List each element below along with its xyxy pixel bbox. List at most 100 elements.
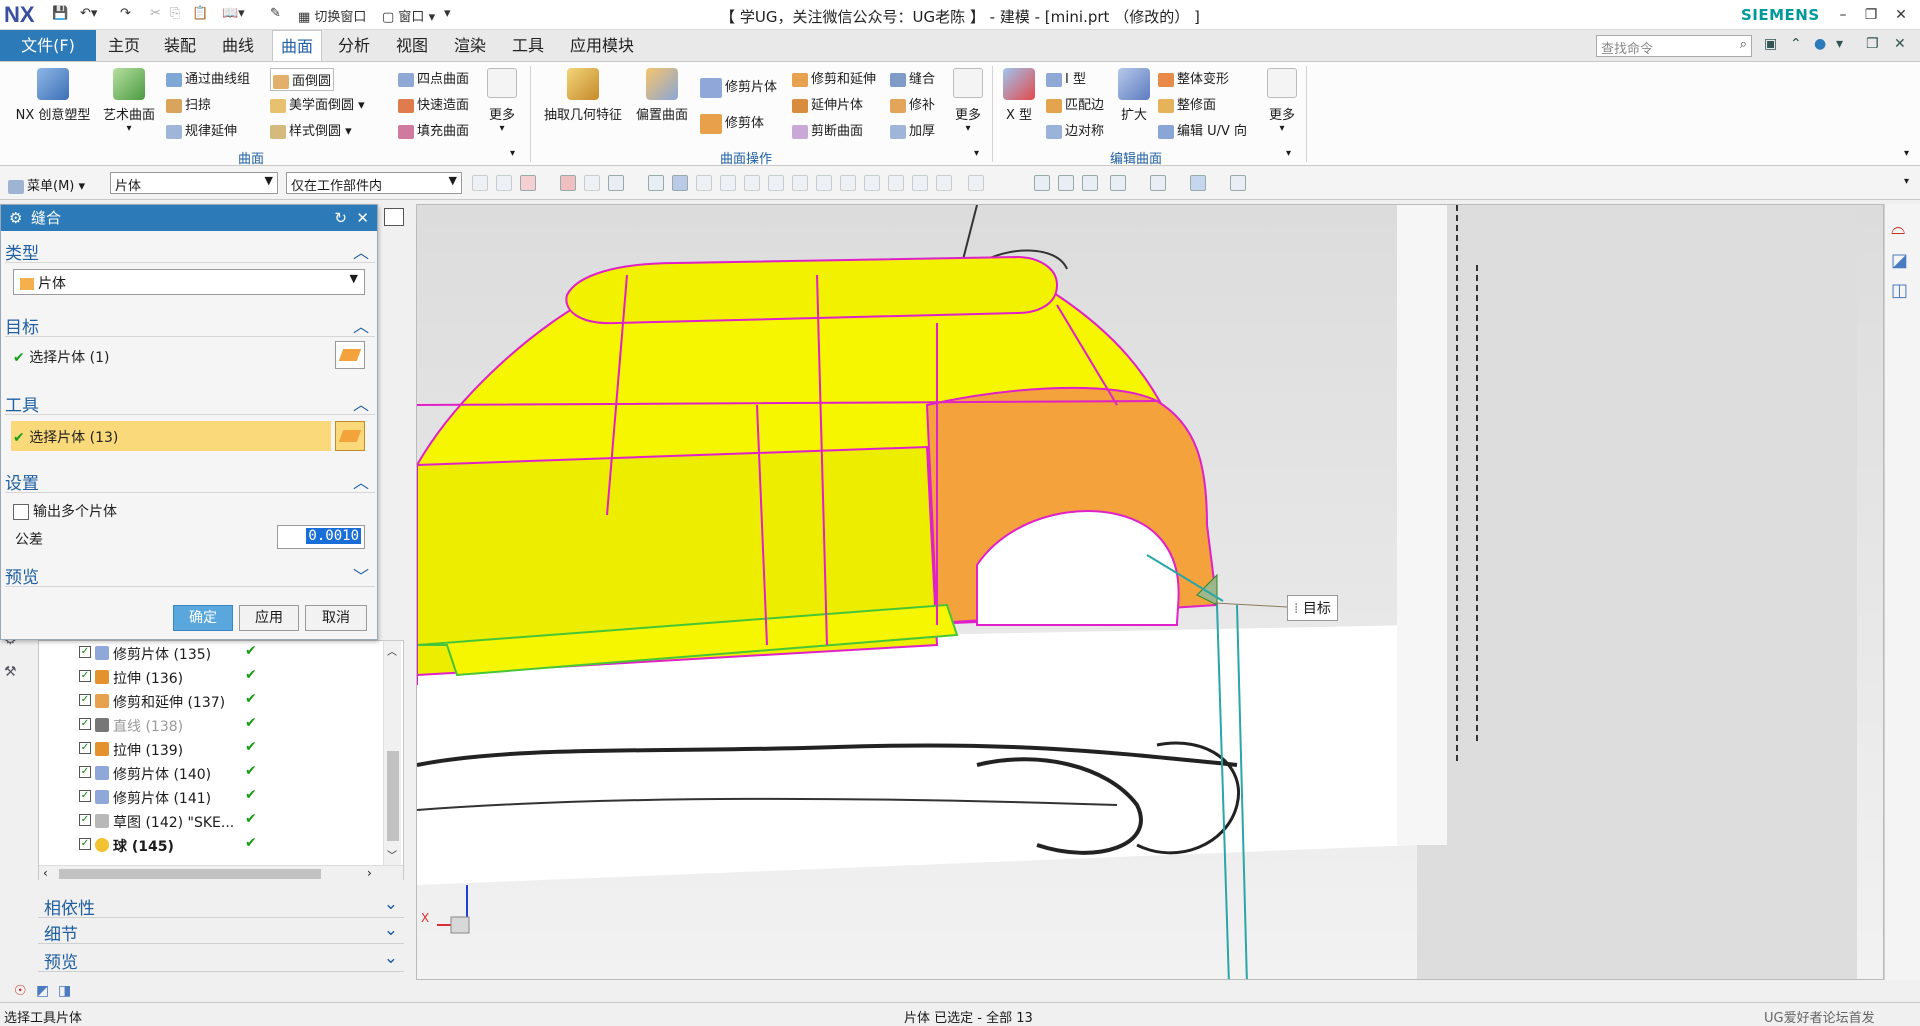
point-on-curve-icon[interactable] [888, 175, 904, 191]
output-multiple-sheets-row[interactable]: 输出多个片体 [13, 501, 117, 521]
point-on-face-icon[interactable] [912, 175, 928, 191]
styled-blend-button[interactable]: 样式倒圆 ▾ [270, 120, 352, 139]
navigator-row[interactable]: ✓ 修剪和延伸 (137) ✔ [39, 689, 403, 713]
select-all-icon[interactable] [496, 175, 512, 191]
visibility-checkbox[interactable]: ✓ [79, 694, 91, 706]
x-form-button[interactable]: X 型 [998, 68, 1040, 123]
extract-geometry-button[interactable]: 抽取几何特征 [538, 68, 628, 123]
face-blend-button[interactable]: 面倒圆 [270, 68, 335, 91]
quick-panel-icon[interactable]: ▣ [1764, 36, 1777, 52]
minimize-button[interactable]: – [1830, 4, 1856, 26]
bounded-grid-point-icon[interactable] [936, 175, 952, 191]
tab-surface[interactable]: 曲面 [272, 30, 323, 61]
roles-icon[interactable]: ⌓ [1891, 218, 1905, 239]
help-dropdown-icon[interactable]: ▾ [1836, 36, 1843, 52]
navigator-horizontal-scrollbar[interactable]: ‹ › [39, 865, 403, 881]
tab-application[interactable]: 应用模块 [562, 30, 642, 61]
trim-body-button[interactable]: 修剪体 [700, 112, 764, 134]
refit-face-button[interactable]: 整修面 [1158, 94, 1216, 113]
display-mode-icon[interactable] [1190, 175, 1206, 191]
surface-group-expand-icon[interactable]: ▾ [510, 148, 515, 159]
surface-more-button[interactable]: 更多 ▾ [484, 66, 520, 146]
close-icon[interactable]: ✕ [356, 205, 369, 231]
aesthetic-blend-button[interactable]: 美学面倒圆 ▾ [270, 94, 365, 113]
select-face-icon[interactable] [584, 175, 600, 191]
dialog-title-bar[interactable]: ⚙ 缝合 ↻ ✕ [1, 205, 377, 231]
gear-icon[interactable]: ⚙ [9, 205, 22, 231]
tab-assembly[interactable]: 装配 [156, 30, 204, 61]
restore-button[interactable]: ❐ [1858, 4, 1884, 26]
target-section-header[interactable]: 目标 ︿ [5, 313, 375, 338]
trim-extend-button[interactable]: 修剪和延伸 [792, 68, 876, 87]
nx-creative-button[interactable]: NX 创意塑型 [10, 68, 96, 123]
law-extension-button[interactable]: 规律延伸 [166, 120, 237, 139]
visibility-checkbox[interactable]: ✓ [79, 766, 91, 778]
help-icon[interactable]: ● [1814, 36, 1826, 52]
scroll-up-icon[interactable]: ︿ [387, 643, 397, 658]
i-form-button[interactable]: I 型 [1046, 68, 1086, 87]
edge-symmetry-button[interactable]: 边对称 [1046, 120, 1104, 139]
fill-surface-button[interactable]: 填充曲面 [398, 120, 469, 139]
face-select-icon[interactable]: ◨ [58, 983, 71, 999]
snap-point-icon[interactable] [696, 175, 712, 191]
fit-view-icon[interactable] [1034, 175, 1050, 191]
tab-home[interactable]: 主页 [100, 30, 148, 61]
edit-surface-more-button[interactable]: 更多 ▾ [1264, 66, 1300, 146]
reuse-library-tab-icon[interactable]: ⚒ [4, 664, 30, 690]
trim-sheet-button[interactable]: 修剪片体 [700, 76, 777, 98]
global-shaping-button[interactable]: 整体变形 [1158, 68, 1229, 87]
navigator-row[interactable]: ✓ 球 (145) ✔ [39, 833, 403, 857]
collapse-ribbon-icon[interactable]: ⌃ [1790, 36, 1802, 52]
sew-button[interactable]: 缝合 [890, 68, 935, 87]
studio-surface-button[interactable]: 艺术曲面 ▾ [98, 68, 160, 134]
tab-tools[interactable]: 工具 [504, 30, 552, 61]
close-doc-icon[interactable]: ✕ [1894, 36, 1906, 52]
visibility-checkbox[interactable]: ✓ [79, 718, 91, 730]
tab-curve[interactable]: 曲线 [214, 30, 262, 61]
navigator-row[interactable]: ✓ 直线 (138) ✔ [39, 713, 403, 737]
scroll-right-icon[interactable]: › [367, 866, 372, 880]
orient-view-icon[interactable] [1110, 175, 1126, 191]
settings-section-header[interactable]: 设置 ︿ [5, 469, 375, 494]
cancel-button[interactable]: 取消 [305, 605, 367, 631]
surface-ops-group-expand-icon[interactable]: ▾ [974, 148, 979, 159]
view-triad-icon[interactable] [450, 916, 470, 934]
navigator-row[interactable]: ✓ 草图 (142) "SKE... ✔ [39, 809, 403, 833]
reuse-library-icon[interactable]: ◫ [1891, 280, 1908, 301]
sheet-select-icon[interactable]: ◩ [36, 983, 49, 999]
zoom-icon[interactable] [1058, 175, 1074, 191]
navigator-row[interactable]: ✓ 修剪片体 (140) ✔ [39, 761, 403, 785]
rapid-surface-button[interactable]: 快速造面 [398, 94, 469, 113]
graphics-viewport[interactable]: X ⁞ 目标 [416, 204, 1884, 980]
tab-view[interactable]: 视图 [388, 30, 436, 61]
offset-surface-button[interactable]: 偏置曲面 [630, 68, 694, 123]
intersection-point-icon[interactable] [792, 175, 808, 191]
restore-doc-icon[interactable]: ❐ [1866, 36, 1879, 52]
car-model-view[interactable] [417, 205, 1884, 980]
control-point-icon[interactable] [768, 175, 784, 191]
tab-render[interactable]: 渲染 [446, 30, 494, 61]
vertical-scroll-thumb[interactable] [387, 751, 399, 841]
navigator-row[interactable]: ✓ 修剪片体 (141) ✔ [39, 785, 403, 809]
preview-section-header[interactable]: 预览 ﹀ [5, 563, 375, 588]
general-selection-icon[interactable] [472, 175, 488, 191]
match-edge-button[interactable]: 匹配边 [1046, 94, 1104, 113]
visibility-checkbox[interactable]: ✓ [79, 790, 91, 802]
thicken-button[interactable]: 加厚 [890, 120, 935, 139]
rotate-icon[interactable] [1082, 175, 1098, 191]
reset-icon[interactable]: ↻ [334, 205, 347, 231]
snap-toggle-icon[interactable] [968, 175, 984, 191]
visibility-checkbox[interactable]: ✓ [79, 838, 91, 850]
select-feature-icon[interactable] [560, 175, 576, 191]
history-icon[interactable]: ◪ [1891, 250, 1908, 271]
surface-ops-more-button[interactable]: 更多 ▾ [950, 66, 986, 146]
tab-file[interactable]: 文件(F) [0, 30, 96, 61]
apply-button[interactable]: 应用 [239, 605, 299, 631]
scroll-left-icon[interactable]: ‹ [43, 866, 48, 880]
navigator-vertical-scrollbar[interactable]: ︿ ﹀ [383, 641, 401, 865]
mid-point-icon[interactable] [744, 175, 760, 191]
quadrant-point-icon[interactable] [840, 175, 856, 191]
enlarge-button[interactable]: 扩大 [1114, 68, 1154, 123]
toolbar-options-icon[interactable]: ▾ [1904, 176, 1909, 187]
selection-history-icon[interactable]: ☉ [14, 983, 27, 999]
